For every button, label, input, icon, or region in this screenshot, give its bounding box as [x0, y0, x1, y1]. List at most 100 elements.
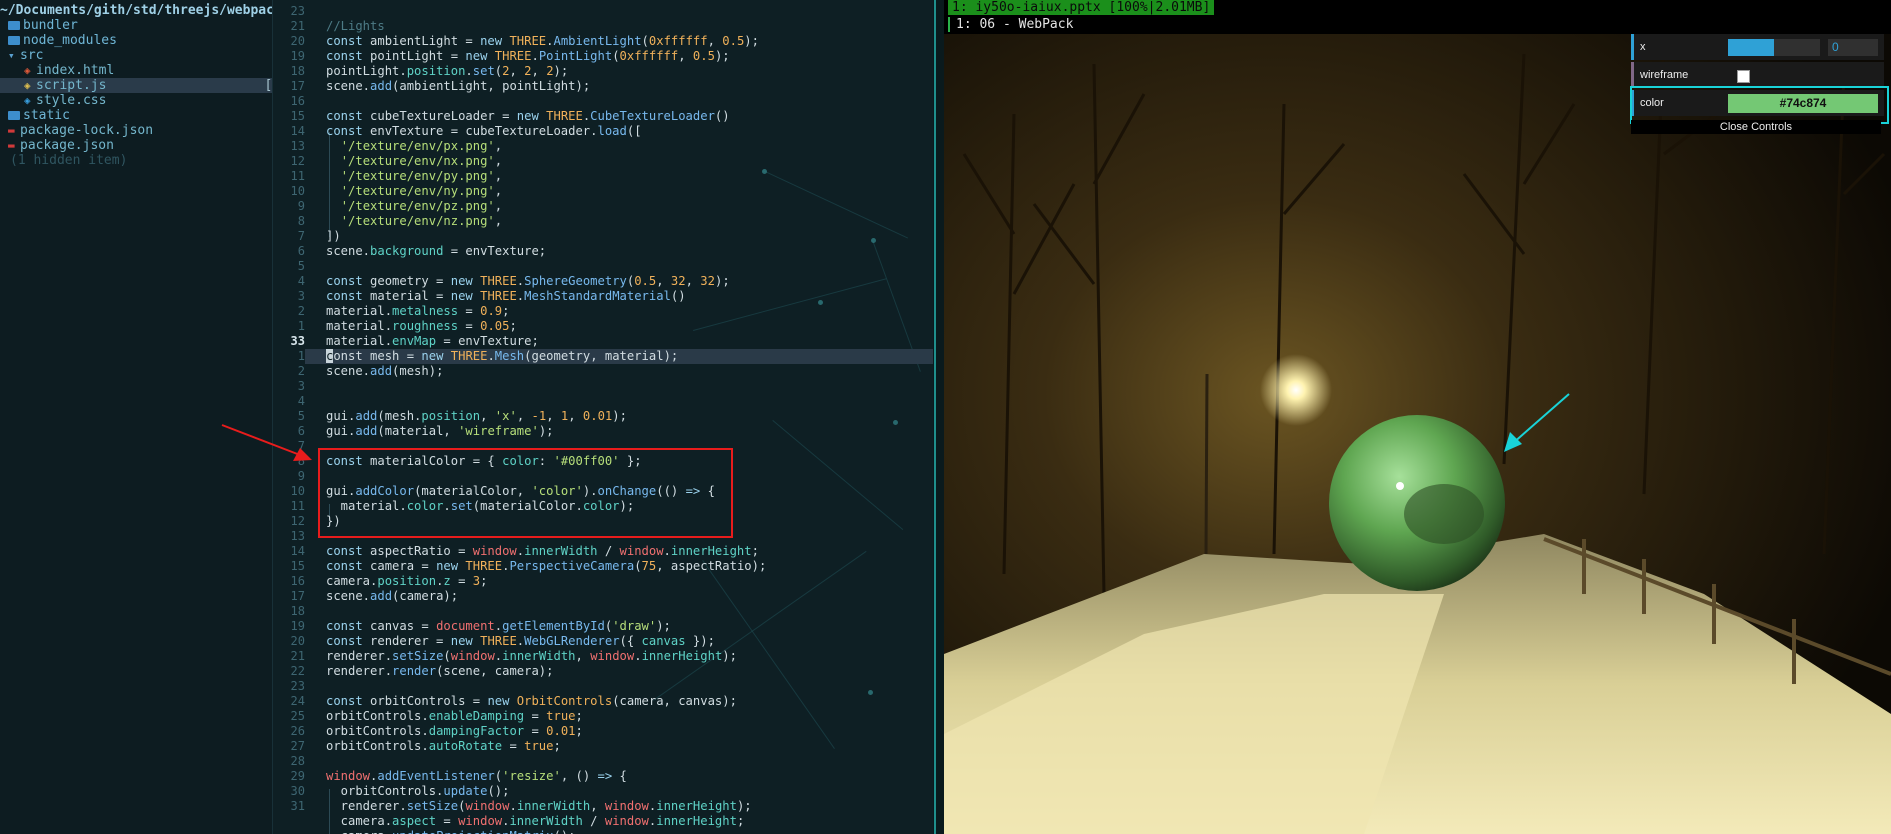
line-number: 4 [297, 274, 305, 288]
code-line: material.envMap = envTexture; [326, 334, 539, 348]
line-number: 26 [290, 724, 305, 738]
file-tree-panel: ~/Documents/gith/std/threejs/webpack bun… [0, 0, 296, 834]
tab-webpack[interactable]: 1: 06 - WebPack [948, 17, 1079, 32]
folder-icon [8, 111, 20, 120]
tree-item-static[interactable]: static [0, 108, 280, 123]
close-controls-button[interactable]: Close Controls [1631, 120, 1881, 134]
network-node [868, 690, 873, 695]
line-number: 1 [297, 319, 305, 333]
line-number: 6 [297, 244, 305, 258]
code-line: //Lights [326, 19, 385, 33]
hidden-items-note: (1 hidden item) [10, 153, 128, 168]
line-number: 6 [297, 424, 305, 438]
line-number: 13 [290, 529, 305, 543]
line-number-gutter: 23 21 20 19 18 17 16 15 14 13 12 11 10 9 8 7 6 5 4 3 2 1 33 1 2 3… [273, 0, 305, 834]
line-number: 5 [297, 259, 305, 273]
line-number: 12 [290, 154, 305, 168]
html-file-icon: ◈ [24, 64, 31, 77]
line-number: 7 [297, 229, 305, 243]
line-number: 18 [290, 604, 305, 618]
line-number: 3 [297, 379, 305, 393]
tree-item-index-html[interactable]: ◈ index.html [0, 63, 296, 78]
line-number: 20 [290, 34, 305, 48]
code-line: window.addEventListener('resize', () => … [326, 769, 627, 783]
code-line: orbitControls.update(); [326, 784, 510, 798]
line-number: 14 [290, 544, 305, 558]
code-line: gui.add(material, 'wireframe'); [326, 424, 554, 438]
network-node [893, 420, 898, 425]
line-number: 30 [290, 784, 305, 798]
line-number: 11 [290, 499, 305, 513]
network-line [772, 420, 904, 531]
code-line: '/texture/env/py.png', [340, 169, 503, 183]
street-lamp [1260, 354, 1332, 426]
x-slider[interactable] [1728, 39, 1820, 56]
code-line: const aspectRatio = window.innerWidth / … [326, 544, 759, 558]
code-line: orbitControls.autoRotate = true; [326, 739, 561, 753]
tree-item-node-modules[interactable]: node_modules [0, 33, 280, 48]
line-number: 17 [290, 79, 305, 93]
code-line: camera.position.z = 3; [326, 574, 488, 588]
x-label: x [1640, 41, 1646, 53]
code-line: scene.add(camera); [326, 589, 459, 603]
line-number: 22 [290, 664, 305, 678]
line-number: 13 [290, 139, 305, 153]
line-number: 12 [290, 514, 305, 528]
folder-icon [8, 21, 20, 30]
line-number: 25 [290, 709, 305, 723]
folder-icon [8, 36, 20, 45]
tree-item-style-css[interactable]: ◈ style.css [0, 93, 296, 108]
line-number: 11 [290, 169, 305, 183]
code-line: ]) [326, 229, 341, 243]
network-node [818, 300, 823, 305]
code-line: const orbitControls = new OrbitControls(… [326, 694, 737, 708]
tree-item-package-json[interactable]: ▬ package.json [0, 138, 280, 153]
tree-root-path[interactable]: ~/Documents/gith/std/threejs/webpack [0, 3, 282, 18]
code-line-current[interactable]: const mesh = new THREE.Mesh(geometry, ma… [305, 349, 933, 364]
line-number: 10 [290, 184, 305, 198]
red-highlight-box [318, 448, 733, 538]
tree-item-script-js[interactable]: ◈script.js[+] [0, 78, 296, 93]
code-line: '/texture/env/ny.png', [340, 184, 503, 198]
gui-row-x: x 0 [1631, 34, 1884, 60]
js-file-icon: ◈ [24, 79, 31, 92]
line-number: 31 [290, 799, 305, 813]
code-line: const envTexture = cubeTextureLoader.loa… [326, 124, 642, 138]
code-line: scene.background = envTexture; [326, 244, 547, 258]
code-line: const canvas = document.getElementById('… [326, 619, 671, 633]
code-line: orbitControls.dampingFactor = 0.01; [326, 724, 583, 738]
code-line: gui.add(mesh.position, 'x', -1, 1, 0.01)… [326, 409, 627, 423]
line-number: 14 [290, 124, 305, 138]
code-line: material.roughness = 0.05; [326, 319, 517, 333]
line-number: 8 [297, 454, 305, 468]
webgl-canvas[interactable] [944, 34, 1891, 834]
tree-item-package-lock[interactable]: ▬ package-lock.json [0, 123, 280, 138]
tree-item-bundler[interactable]: bundler [0, 18, 280, 33]
code-line: renderer.render(scene, camera); [326, 664, 554, 678]
wireframe-label: wireframe [1640, 69, 1689, 81]
tab-pptx[interactable]: 1: iy50o-iaiux.pptx [100%|2.01MB] [948, 0, 1215, 15]
line-number: 23 [290, 679, 305, 693]
line-number: 9 [297, 469, 305, 483]
code-line: material.metalness = 0.9; [326, 304, 510, 318]
line-number: 15 [290, 109, 305, 123]
line-number: 9 [297, 199, 305, 213]
network-node [762, 169, 767, 174]
line-number: 23 [290, 4, 305, 18]
code-line: pointLight.position.set(2, 2, 2); [326, 64, 569, 78]
code-line: const material = new THREE.MeshStandardM… [326, 289, 686, 303]
line-number: 2 [297, 304, 305, 318]
line-number: 16 [290, 94, 305, 108]
tree-item-src[interactable]: ▾ src [0, 48, 280, 63]
line-number: 29 [290, 769, 305, 783]
code-editor[interactable]: 23 21 20 19 18 17 16 15 14 13 12 11 10 9 8 7 6 5 4 3 2 1 33 1 2 3… [272, 0, 933, 834]
wireframe-checkbox[interactable] [1737, 70, 1750, 83]
line-number: 2 [297, 364, 305, 378]
tab-bar: 1: iy50o-iaiux.pptx [100%|2.01MB] 1: 06 … [944, 0, 1891, 34]
x-number-input[interactable]: 0 [1828, 39, 1878, 56]
line-number: 24 [290, 694, 305, 708]
network-line [762, 170, 909, 239]
cyan-highlight-box [1630, 86, 1889, 124]
line-number: 10 [290, 484, 305, 498]
code-line: const ambientLight = new THREE.AmbientLi… [326, 34, 759, 48]
